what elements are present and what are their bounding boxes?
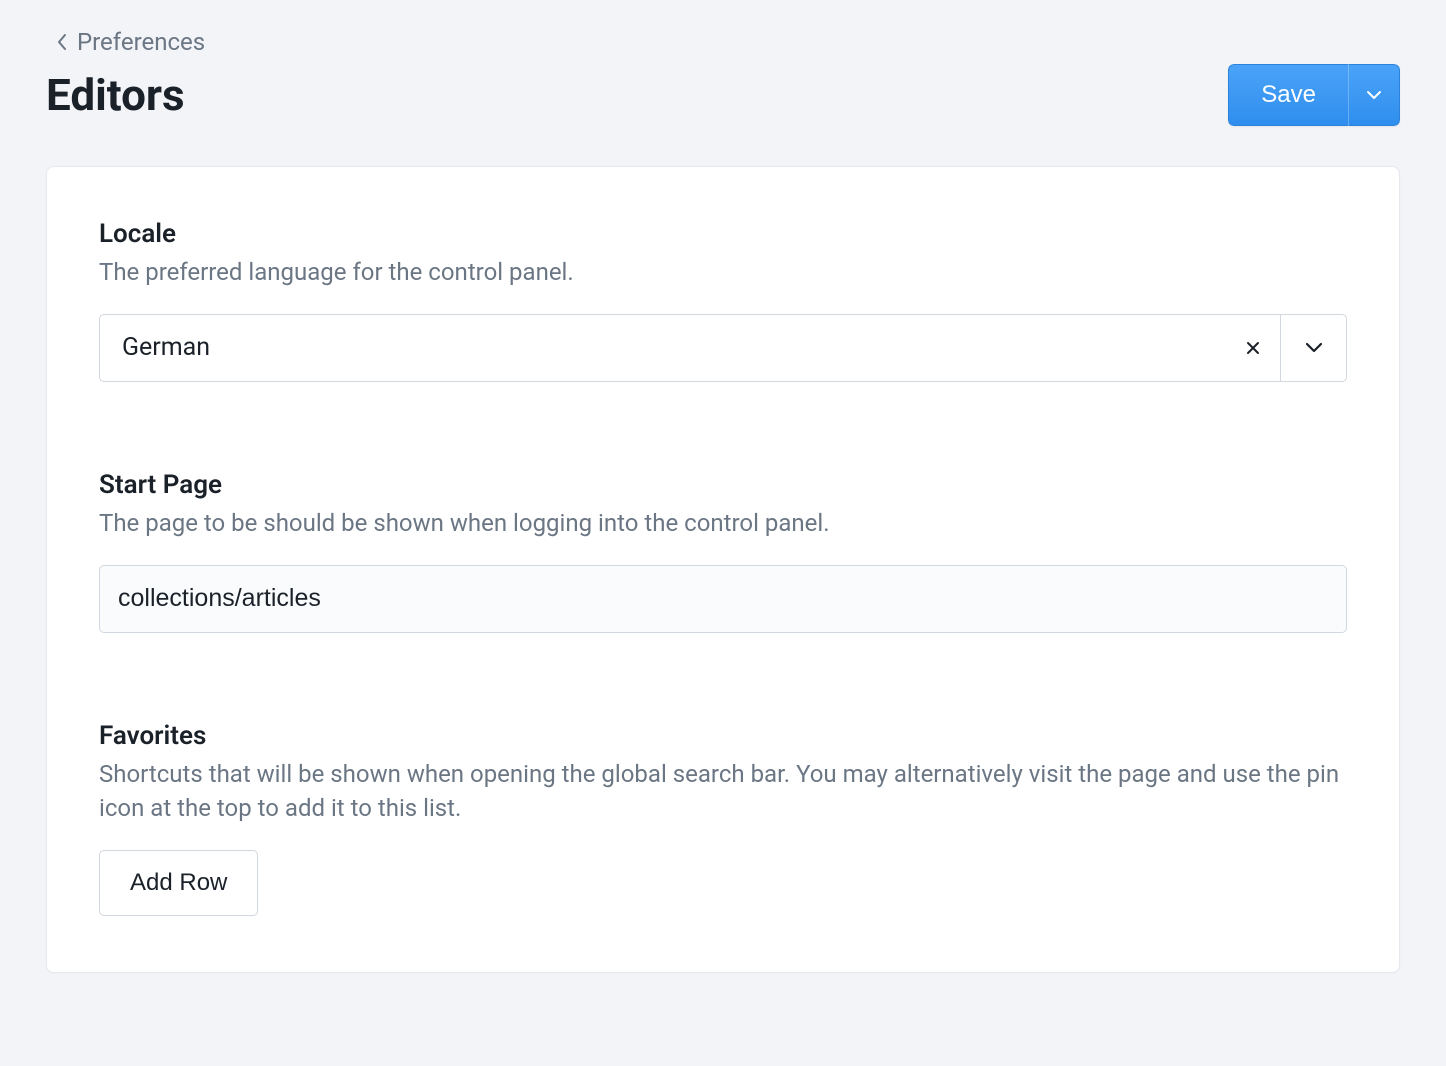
breadcrumb-parent: Preferences: [77, 28, 205, 56]
favorites-label: Favorites: [99, 721, 1347, 751]
locale-select-value: German: [100, 315, 1226, 381]
start-page-help: The page to be should be shown when logg…: [99, 506, 1347, 541]
page-title: Editors: [46, 69, 185, 121]
locale-label: Locale: [99, 219, 1347, 249]
save-dropdown-toggle[interactable]: [1348, 64, 1400, 126]
chevron-left-icon: [56, 33, 67, 51]
favorites-help: Shortcuts that will be shown when openin…: [99, 757, 1347, 827]
chevron-down-icon: [1366, 90, 1382, 100]
locale-clear-button[interactable]: [1226, 315, 1280, 381]
save-button[interactable]: Save: [1228, 64, 1348, 126]
chevron-down-icon: [1305, 342, 1323, 353]
close-icon: [1246, 341, 1260, 355]
field-favorites: Favorites Shortcuts that will be shown w…: [99, 721, 1347, 917]
field-start-page: Start Page The page to be should be show…: [99, 470, 1347, 633]
add-row-button[interactable]: Add Row: [99, 850, 258, 916]
locale-help: The preferred language for the control p…: [99, 255, 1347, 290]
field-locale: Locale The preferred language for the co…: [99, 219, 1347, 382]
locale-dropdown-toggle[interactable]: [1280, 315, 1346, 381]
settings-card: Locale The preferred language for the co…: [46, 166, 1400, 973]
save-button-group: Save: [1228, 64, 1400, 126]
breadcrumb[interactable]: Preferences: [56, 28, 1400, 56]
start-page-label: Start Page: [99, 470, 1347, 500]
locale-select[interactable]: German: [99, 314, 1347, 382]
start-page-input[interactable]: [99, 565, 1347, 633]
